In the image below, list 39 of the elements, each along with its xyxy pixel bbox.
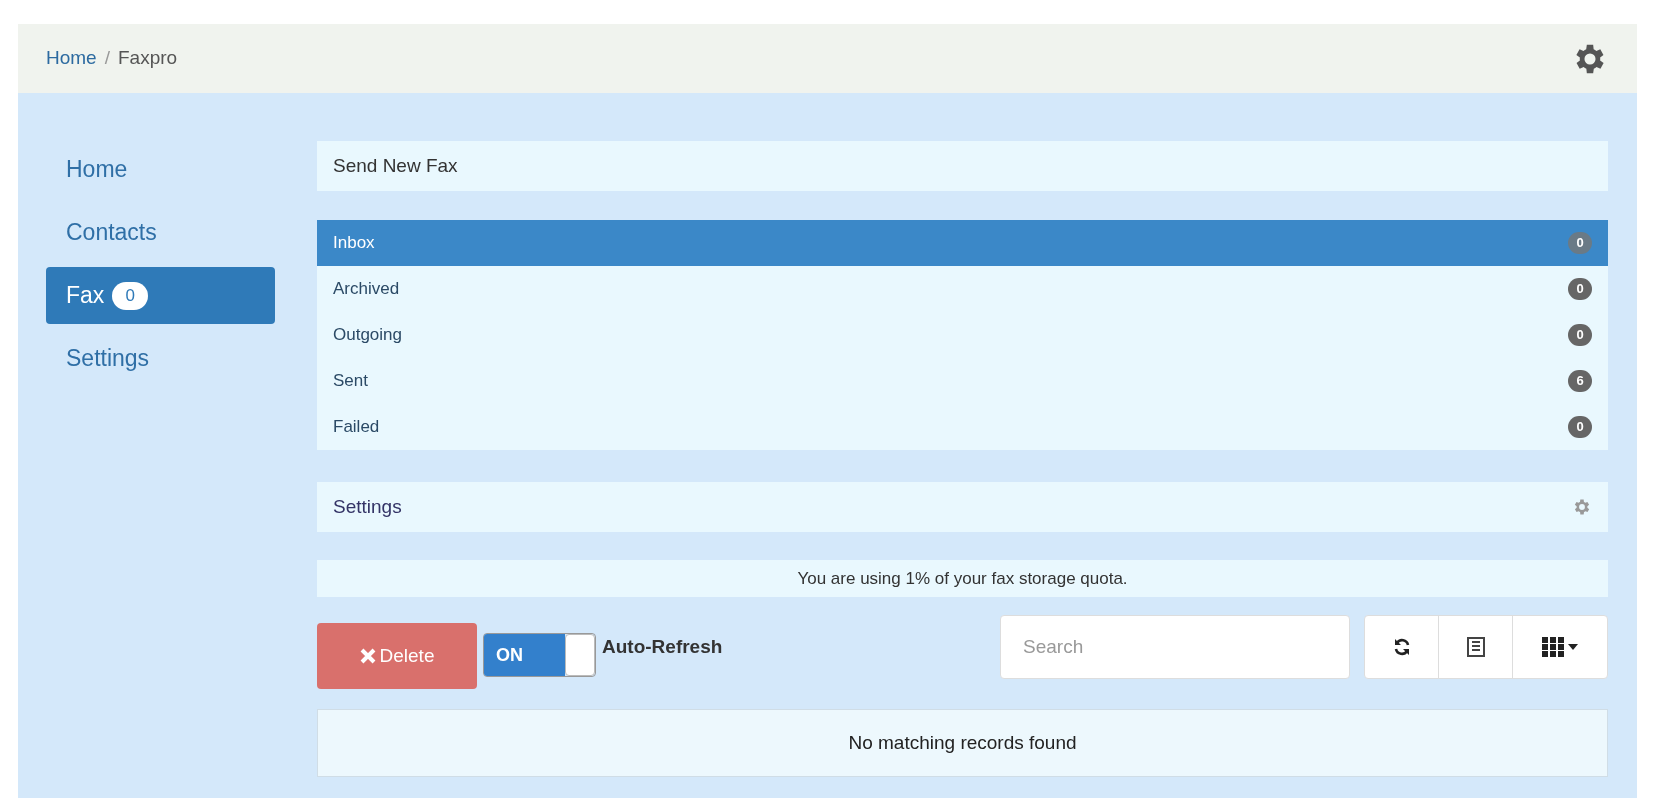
empty-message: No matching records found xyxy=(848,730,1077,755)
search-field[interactable]: Search xyxy=(1000,615,1350,679)
panel-header[interactable]: Send New Fax xyxy=(317,141,1608,191)
close-icon xyxy=(359,648,376,664)
folder-item[interactable]: Outgoing 0 xyxy=(317,312,1608,358)
folder-label: Failed xyxy=(333,416,380,439)
panel-title: Settings xyxy=(333,494,402,519)
nav-item[interactable]: Home xyxy=(46,141,275,198)
list-icon xyxy=(1466,637,1485,657)
count-badge: 0 xyxy=(1568,232,1592,254)
panel-header[interactable]: Settings xyxy=(317,482,1608,532)
breadcrumb-current: Faxpro xyxy=(117,46,178,71)
count-badge: 6 xyxy=(1568,370,1592,392)
folder-item[interactable]: Archived 0 xyxy=(317,266,1608,312)
toggle-label: Auto-Refresh xyxy=(602,635,723,659)
toggle-state: ON xyxy=(484,634,565,676)
folder-label: Inbox xyxy=(333,232,375,255)
breadcrumb-separator: / xyxy=(104,46,110,71)
folder-item[interactable]: Failed 0 xyxy=(317,404,1608,450)
toggle-switch[interactable]: ON xyxy=(483,633,596,677)
caret-icon xyxy=(1568,644,1578,650)
quota-text: You are using 1% of your fax storage quota. xyxy=(797,567,1128,590)
folder-label: Sent xyxy=(333,370,368,393)
count-badge: 0 xyxy=(1568,324,1592,346)
count-badge: 0 xyxy=(1568,278,1592,300)
nav-label: Fax xyxy=(66,281,105,311)
folder-item[interactable]: Sent 6 xyxy=(317,358,1608,404)
nav-item[interactable]: Fax 0 xyxy=(46,267,275,324)
nav-item[interactable]: Settings xyxy=(46,330,275,387)
folder-label: Outgoing xyxy=(333,324,402,347)
grid-icon xyxy=(1542,637,1564,657)
folder-item[interactable]: Inbox 0 xyxy=(317,220,1608,266)
nav-item[interactable]: Contacts xyxy=(46,204,275,261)
panel-title: Send New Fax xyxy=(333,153,458,178)
count-badge: 0 xyxy=(1568,416,1592,438)
delete-button[interactable]: Delete xyxy=(317,623,477,689)
breadcrumb-link[interactable]: Home xyxy=(46,44,97,73)
folder-label: Archived xyxy=(333,278,400,301)
count-badge: 0 xyxy=(112,281,149,310)
